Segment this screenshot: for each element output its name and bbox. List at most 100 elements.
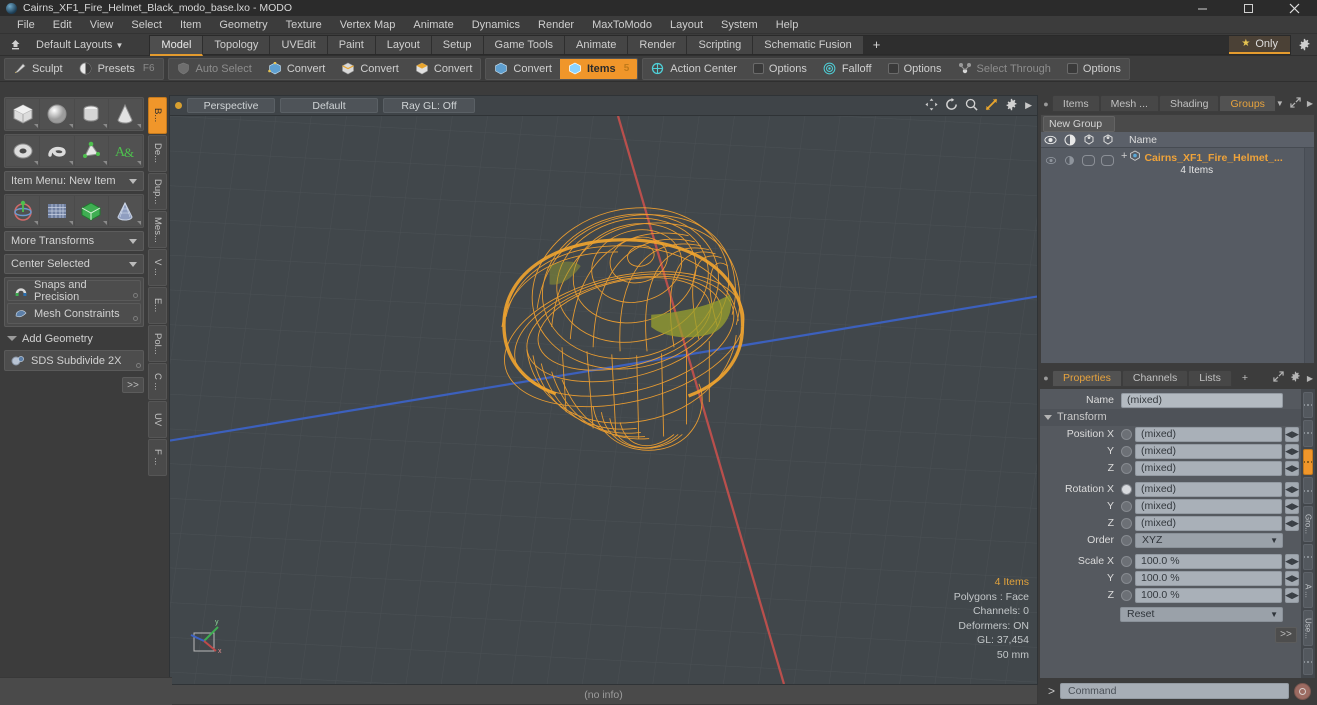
row-lock-toggle[interactable] [1079, 150, 1098, 170]
position-y-stepper[interactable]: ◀▶ [1285, 443, 1299, 459]
menu-animate[interactable]: Animate [404, 16, 462, 34]
rv-tab-user[interactable]: Use... [1303, 610, 1313, 647]
tab-game-tools[interactable]: Game Tools [483, 35, 566, 54]
menu-render[interactable]: Render [529, 16, 583, 34]
panel-arrow-icon[interactable]: ▶ [1307, 374, 1313, 383]
eye-visibility-icon[interactable] [1041, 135, 1060, 145]
rotation-z-field[interactable]: (mixed) [1135, 515, 1282, 531]
position-x-stepper[interactable]: ◀▶ [1285, 426, 1299, 442]
action-center-button[interactable]: Action Center [643, 59, 745, 79]
vtab-mesh[interactable]: Mes... [148, 211, 167, 248]
falloff-options-button[interactable]: Options [880, 59, 950, 79]
tab-layout[interactable]: Layout [375, 35, 432, 54]
sds-subdivide-button[interactable]: SDS Subdivide 2X [4, 350, 144, 371]
scale-z-stepper[interactable]: ◀▶ [1285, 587, 1299, 603]
expand-panel-icon[interactable] [1273, 371, 1284, 385]
add-tab-button[interactable]: + [864, 36, 890, 54]
record-icon[interactable] [1294, 682, 1311, 700]
rotation-y-radio[interactable] [1121, 500, 1132, 512]
cone-mesh-icon[interactable] [108, 196, 142, 226]
falloff-button[interactable]: Falloff [815, 59, 880, 79]
maximize-icon[interactable] [1225, 0, 1271, 16]
select-icon[interactable] [1098, 134, 1117, 146]
tab-render[interactable]: Render [628, 35, 688, 54]
item-name-row[interactable]: Cairns_XF1_Fire_Helmet_... [1129, 150, 1314, 165]
tab-uvedit[interactable]: UVEdit [270, 35, 328, 54]
scale-z-radio[interactable] [1121, 589, 1132, 601]
rv-tab-5[interactable] [1303, 648, 1313, 675]
convert-vertices-button[interactable]: Convert [260, 59, 334, 79]
tab-properties[interactable]: Properties [1052, 369, 1122, 387]
action-center-options-button[interactable]: Options [745, 59, 815, 79]
render-icon[interactable] [1060, 134, 1079, 146]
menu-dynamics[interactable]: Dynamics [463, 16, 529, 34]
rotation-y-stepper[interactable]: ◀▶ [1285, 498, 1299, 514]
order-dropdown[interactable]: XYZ ▼ [1135, 532, 1283, 548]
rotation-z-radio[interactable] [1121, 517, 1132, 529]
vtab-duplicate[interactable]: Dup... [148, 173, 167, 210]
grid-mesh-icon[interactable] [40, 196, 74, 226]
reset-dropdown[interactable]: Reset ▼ [1120, 606, 1283, 622]
item-list[interactable]: + Cairns_XF1_Fire_Helmet_... 4 Items [1041, 148, 1314, 363]
menu-geometry[interactable]: Geometry [210, 16, 276, 34]
tab-animate[interactable]: Animate [565, 35, 629, 54]
rotation-x-radio[interactable] [1121, 483, 1132, 495]
scale-y-stepper[interactable]: ◀▶ [1285, 570, 1299, 586]
shading-dropdown[interactable]: Default [280, 98, 378, 113]
select-through-button[interactable]: Select Through [950, 59, 1059, 79]
cone-icon[interactable] [108, 99, 142, 129]
rotation-x-field[interactable]: (mixed) [1135, 481, 1282, 497]
rotation-z-stepper[interactable]: ◀▶ [1285, 515, 1299, 531]
command-input[interactable]: Command [1060, 683, 1289, 700]
row-render-icon[interactable] [1060, 150, 1079, 170]
position-x-radio[interactable] [1121, 428, 1132, 440]
scale-y-field[interactable]: 100.0 % [1135, 570, 1282, 586]
center-selected-dropdown[interactable]: Center Selected [4, 254, 144, 274]
menu-texture[interactable]: Texture [277, 16, 331, 34]
viewport-3d[interactable]: y x 4 Items Polygons : Face Channels: 0 … [169, 115, 1038, 685]
position-y-radio[interactable] [1121, 445, 1132, 457]
panel-menu-dot-icon[interactable]: ● [1040, 95, 1052, 112]
tab-shading[interactable]: Shading [1158, 95, 1220, 113]
rv-tab-4[interactable] [1303, 543, 1313, 571]
position-z-field[interactable]: (mixed) [1135, 460, 1282, 476]
tab-lists[interactable]: Lists [1188, 369, 1232, 387]
rv-tab-active[interactable] [1303, 448, 1313, 476]
expand-panel-icon[interactable] [1290, 96, 1301, 111]
convert-edges-button[interactable]: Convert [333, 59, 407, 79]
rv-tab-3[interactable] [1303, 477, 1313, 504]
axis-gizmo[interactable]: y x [186, 611, 234, 659]
item-menu-dropdown[interactable]: Item Menu: New Item [4, 171, 144, 191]
menu-select[interactable]: Select [122, 16, 171, 34]
scale-z-field[interactable]: 100.0 % [1135, 587, 1282, 603]
new-group-button[interactable]: New Group [1043, 115, 1116, 132]
menu-vertex-map[interactable]: Vertex Map [331, 16, 405, 34]
vtab-polygon[interactable]: Pol... [148, 325, 167, 362]
default-layouts-dropdown[interactable]: Default Layouts ▼ [30, 39, 129, 51]
vtab-vertex[interactable]: V ... [148, 249, 167, 286]
cube-icon[interactable] [6, 99, 40, 129]
mesh-constraints-button[interactable]: Mesh Constraints [7, 303, 141, 324]
viewport-menu-dot-icon[interactable] [175, 102, 182, 109]
chevron-down-icon[interactable]: ▼ [1276, 99, 1284, 108]
menu-maxtomodo[interactable]: MaxToModo [583, 16, 661, 34]
vtab-file[interactable]: F ... [148, 439, 167, 476]
tab-topology[interactable]: Topology [203, 35, 271, 54]
vtab-deform[interactable]: De... [148, 135, 167, 172]
items-mode-button[interactable]: Items 5 [559, 58, 638, 79]
scale-x-field[interactable]: 100.0 % [1135, 553, 1282, 569]
tab-channels[interactable]: Channels [1121, 369, 1189, 387]
menu-help[interactable]: Help [767, 16, 808, 34]
row-select-toggle[interactable] [1098, 150, 1117, 170]
viewport-arrow-icon[interactable]: ▶ [1025, 100, 1032, 111]
tab-mesh[interactable]: Mesh ... [1099, 95, 1159, 113]
bezier-pen-icon[interactable] [74, 136, 108, 166]
left-panel-more-button[interactable]: >> [122, 377, 144, 393]
position-z-stepper[interactable]: ◀▶ [1285, 460, 1299, 476]
scale-y-radio[interactable] [1121, 572, 1132, 584]
add-properties-tab-button[interactable]: + [1232, 370, 1258, 387]
name-field[interactable]: (mixed) [1121, 392, 1283, 408]
position-y-field[interactable]: (mixed) [1135, 443, 1282, 459]
close-icon[interactable] [1271, 0, 1317, 16]
tab-setup[interactable]: Setup [431, 35, 484, 54]
